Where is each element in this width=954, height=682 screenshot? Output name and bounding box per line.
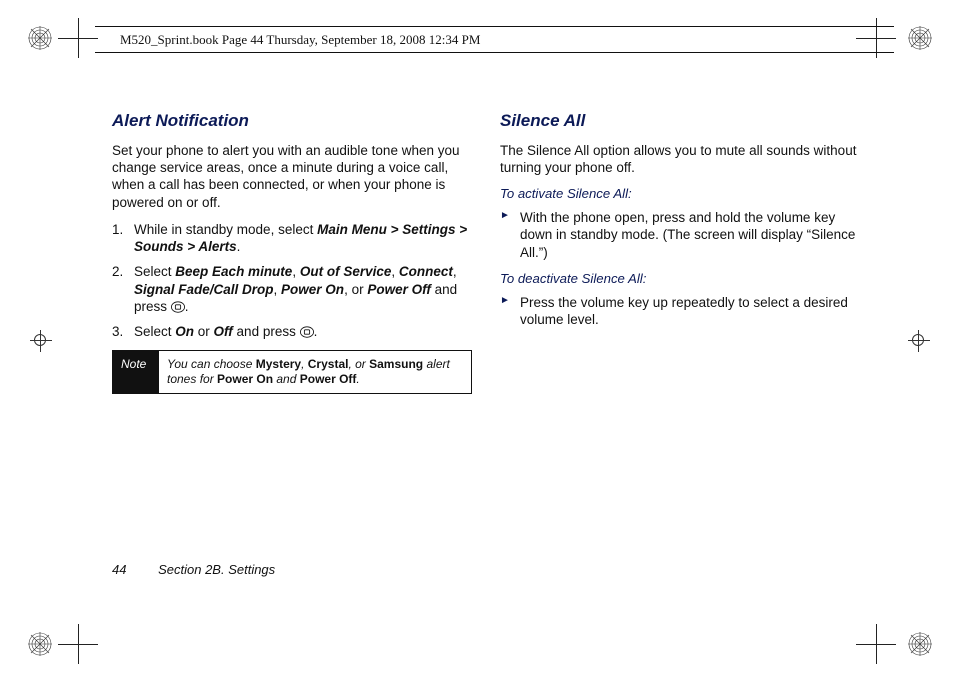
step-2: 2. Select Beep Each minute, Out of Servi…	[130, 263, 472, 315]
ok-button-icon	[300, 325, 314, 339]
option: Beep Each minute	[175, 264, 292, 279]
note-box: Note You can choose Mystery, Crystal, or…	[112, 350, 472, 394]
crosshair-icon	[30, 330, 52, 352]
step-text: .	[237, 239, 241, 254]
option: Power On	[281, 282, 344, 297]
option: On	[175, 324, 194, 339]
header-rule	[95, 52, 894, 53]
bullet-item: With the phone open, press and hold the …	[520, 209, 860, 261]
ok-button-icon	[171, 300, 185, 314]
heading-alert-notification: Alert Notification	[112, 110, 472, 132]
step-number: 2.	[112, 263, 123, 280]
subheading-activate: To activate Silence All:	[500, 186, 860, 203]
step-1: 1. While in standby mode, select Main Me…	[130, 221, 472, 256]
option: Connect	[399, 264, 453, 279]
step-text: , or	[344, 282, 367, 297]
step-text: Select	[134, 264, 175, 279]
intro-paragraph: The Silence All option allows you to mut…	[500, 142, 860, 177]
step-text: or	[194, 324, 214, 339]
registration-mark-icon	[28, 26, 52, 50]
page-number: 44	[112, 562, 126, 577]
crop-mark-icon	[58, 18, 98, 58]
steps-list: 1. While in standby mode, select Main Me…	[112, 221, 472, 341]
step-3: 3. Select On or Off and press .	[130, 323, 472, 340]
intro-paragraph: Set your phone to alert you with an audi…	[112, 142, 472, 211]
note-body: You can choose Mystery, Crystal, or Sams…	[159, 351, 471, 393]
registration-mark-icon	[908, 632, 932, 656]
crosshair-icon	[908, 330, 930, 352]
running-header: M520_Sprint.book Page 44 Thursday, Septe…	[120, 32, 480, 48]
crop-mark-icon	[58, 624, 98, 664]
note-label: Note	[113, 351, 159, 393]
step-text: While in standby mode, select	[134, 222, 317, 237]
option: Out of Service	[300, 264, 392, 279]
page-footer: 44 Section 2B. Settings	[112, 562, 275, 577]
registration-mark-icon	[28, 632, 52, 656]
subheading-deactivate: To deactivate Silence All:	[500, 271, 860, 288]
step-number: 1.	[112, 221, 123, 238]
right-column: Silence All The Silence All option allow…	[500, 110, 860, 570]
bullet-list: With the phone open, press and hold the …	[500, 209, 860, 261]
step-number: 3.	[112, 323, 123, 340]
step-text: Select	[134, 324, 175, 339]
heading-silence-all: Silence All	[500, 110, 860, 132]
header-rule	[95, 26, 894, 27]
option: Signal Fade/Call Drop	[134, 282, 274, 297]
left-column: Alert Notification Set your phone to ale…	[112, 110, 472, 570]
registration-mark-icon	[908, 26, 932, 50]
bullet-list: Press the volume key up repeatedly to se…	[500, 294, 860, 329]
section-label: Section 2B. Settings	[158, 562, 275, 577]
bullet-item: Press the volume key up repeatedly to se…	[520, 294, 860, 329]
page-body: Alert Notification Set your phone to ale…	[112, 110, 872, 570]
crop-mark-icon	[856, 624, 896, 664]
option: Power Off	[367, 282, 431, 297]
option: Off	[214, 324, 233, 339]
step-text: and press	[233, 324, 300, 339]
